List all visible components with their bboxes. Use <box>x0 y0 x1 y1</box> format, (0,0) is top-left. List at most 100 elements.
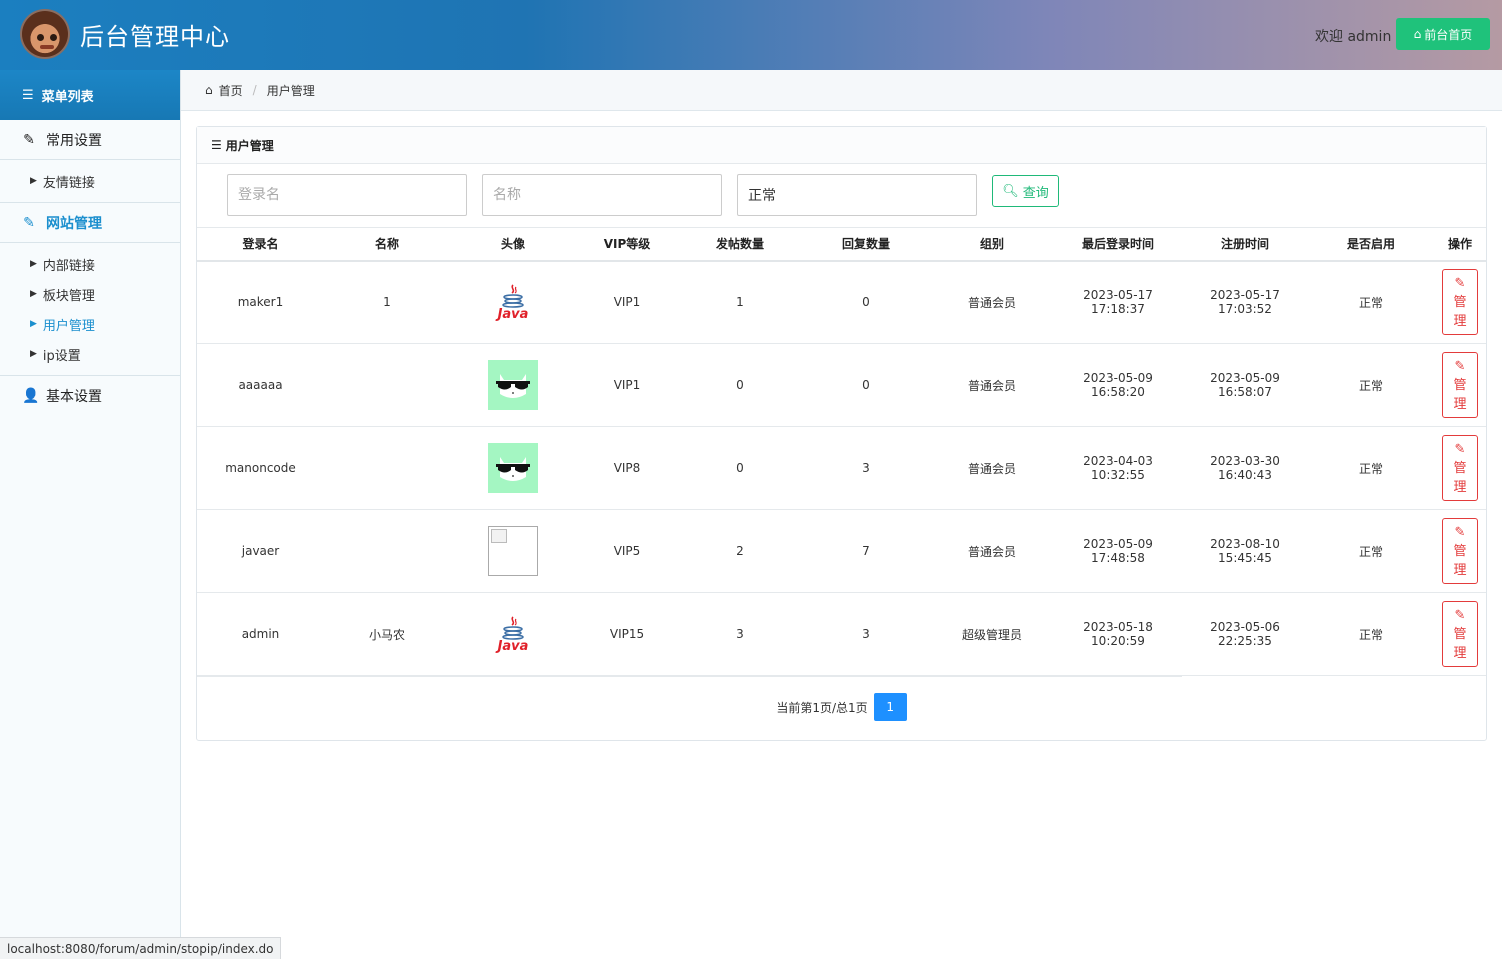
cell-last-login: 2023-05-09 16:58:20 <box>1054 343 1182 427</box>
cell-group: 普通会员 <box>930 343 1054 427</box>
col-register: 注册时间 <box>1182 227 1308 262</box>
list-icon: ☰ <box>22 87 34 103</box>
manage-button[interactable]: ✎ 管理 <box>1442 601 1478 667</box>
manage-label-2: 理 <box>1453 562 1467 578</box>
breadcrumb: ⌂ 首页 / 用户管理 <box>181 70 1502 111</box>
cell-last-login: 2023-04-03 10:32:55 <box>1054 426 1182 510</box>
cell-status: 正常 <box>1308 343 1434 427</box>
last-login-date: 2023-05-18 <box>1083 620 1153 634</box>
sidebar-item-friend-links[interactable]: ▶ 友情链接 <box>0 166 180 196</box>
register-date: 2023-08-10 <box>1210 537 1280 551</box>
menu-list-title: 菜单列表 <box>41 89 94 105</box>
col-name: 名称 <box>324 227 450 262</box>
breadcrumb-home[interactable]: 首页 <box>219 82 243 99</box>
register-date: 2023-03-30 <box>1210 454 1280 468</box>
filter-bar: 🔍︎ 查询 <box>227 174 1059 216</box>
front-home-button[interactable]: ⌂ 前台首页 <box>1396 18 1490 50</box>
welcome-text: 欢迎 admin <box>1315 29 1392 45</box>
cell-actions: ✎ 管理 <box>1434 343 1486 427</box>
col-replies: 回复数量 <box>802 227 930 262</box>
sidebar-group-basic-settings[interactable]: 👤 基本设置 <box>0 376 180 416</box>
cell-register: 2023-05-09 16:58:07 <box>1182 343 1308 427</box>
cell-avatar <box>450 426 576 510</box>
register-time: 16:40:43 <box>1218 468 1272 482</box>
sidebar-item-label: 板块管理 <box>42 288 95 304</box>
name-input[interactable] <box>482 174 722 216</box>
cell-status: 正常 <box>1308 260 1434 344</box>
top-header: 后台管理中心 欢迎 admin ⌂ 前台首页 <box>0 0 1502 70</box>
edit-icon: ✎ <box>1454 441 1466 457</box>
site-title: 后台管理中心 <box>80 23 230 51</box>
avatar: Java <box>488 609 538 659</box>
cell-replies: 3 <box>802 592 930 676</box>
cell-name: 小马农 <box>324 592 450 676</box>
edit-icon: ✎ <box>1454 524 1466 540</box>
col-last-login: 最后登录时间 <box>1054 227 1182 262</box>
table-row: manoncode VIP8 0 3 普通会员 2023-04-03 10:32:55 202… <box>197 426 1486 510</box>
sidebar-item-ip-settings[interactable]: ▶ ip设置 <box>0 339 180 369</box>
cell-register: 2023-05-17 17:03:52 <box>1182 260 1308 344</box>
list-icon: ☰ <box>211 138 222 152</box>
cell-name <box>324 426 450 510</box>
sidebar-item-label: ip设置 <box>42 348 81 364</box>
last-login-time: 17:48:58 <box>1091 551 1145 565</box>
manage-label-2: 理 <box>1453 396 1467 412</box>
java-logo-icon <box>502 284 524 308</box>
breadcrumb-separator: / <box>252 83 257 97</box>
sidebar-item-internal-links[interactable]: ▶ 内部链接 <box>0 249 180 279</box>
login-name-input[interactable] <box>227 174 467 216</box>
cell-replies: 3 <box>802 426 930 510</box>
sidebar-group-common-settings[interactable]: ✎ 常用设置 <box>0 120 180 160</box>
manage-button[interactable]: ✎ 管理 <box>1442 269 1478 336</box>
sidebar-group-site-management[interactable]: ✎ 网站管理 <box>0 203 180 243</box>
register-date: 2023-05-17 <box>1210 288 1280 303</box>
caret-right-icon: ▶ <box>30 349 37 359</box>
home-icon: ⌂ <box>205 83 213 97</box>
caret-right-icon: ▶ <box>30 319 37 329</box>
breadcrumb-current: 用户管理 <box>266 83 315 98</box>
table-row: aaaaaa VIP1 0 0 普通会员 2023-05-09 16:58:20 2023-0… <box>197 343 1486 427</box>
cell-avatar <box>450 509 576 593</box>
avatar: Java <box>488 277 538 327</box>
home-icon: ⌂ <box>1413 27 1422 41</box>
manage-label-2: 理 <box>1453 479 1467 495</box>
sidebar: ☰ 菜单列表 ✎ 常用设置 ▶ 友情链接 ✎ 网站管理 ▶ 内部链接 ▶ 板块管… <box>0 70 181 959</box>
menu-list-header[interactable]: ☰ 菜单列表 <box>0 70 180 120</box>
sidebar-item-user-management[interactable]: ▶ 用户管理 <box>0 309 180 339</box>
manage-button[interactable]: ✎ 管理 <box>1442 435 1478 501</box>
register-date: 2023-05-09 <box>1210 371 1280 385</box>
last-login-time: 17:18:37 <box>1091 302 1145 317</box>
java-wordmark: Java <box>497 638 529 654</box>
last-login-date: 2023-05-09 <box>1083 537 1153 551</box>
cell-last-login: 2023-05-09 17:48:58 <box>1054 509 1182 593</box>
pagination: 当前第1页/总1页 1 <box>197 693 1486 721</box>
cell-actions: ✎ 管理 <box>1434 426 1486 510</box>
pager-divider <box>197 676 1182 677</box>
last-login-time: 10:32:55 <box>1091 468 1145 482</box>
col-enabled: 是否启用 <box>1308 227 1434 262</box>
caret-right-icon: ▶ <box>30 176 37 186</box>
manage-button[interactable]: ✎ 管理 <box>1442 352 1478 418</box>
cell-login: javaer <box>197 509 324 593</box>
status-select[interactable] <box>737 174 977 216</box>
sidebar-item-label: 用户管理 <box>42 318 95 334</box>
cell-avatar: Java <box>450 592 576 676</box>
manage-button[interactable]: ✎ 管理 <box>1442 518 1478 584</box>
col-avatar: 头像 <box>450 227 576 262</box>
last-login-time: 10:20:59 <box>1091 634 1145 648</box>
register-date: 2023-05-06 <box>1210 620 1280 634</box>
cell-vip: VIP1 <box>576 343 678 427</box>
cell-replies: 0 <box>802 343 930 427</box>
cell-status: 正常 <box>1308 509 1434 593</box>
sidebar-item-board-management[interactable]: ▶ 板块管理 <box>0 279 180 309</box>
search-button[interactable]: 🔍︎ 查询 <box>992 175 1059 207</box>
sidebar-group-label: 基本设置 <box>46 389 102 405</box>
page-number-button[interactable]: 1 <box>873 693 907 721</box>
avatar <box>488 360 538 410</box>
cell-replies: 0 <box>802 260 930 344</box>
cell-name <box>324 509 450 593</box>
cell-status: 正常 <box>1308 592 1434 676</box>
col-posts: 发帖数量 <box>678 227 802 262</box>
cell-name: 1 <box>324 260 450 344</box>
cell-posts: 0 <box>678 426 802 510</box>
